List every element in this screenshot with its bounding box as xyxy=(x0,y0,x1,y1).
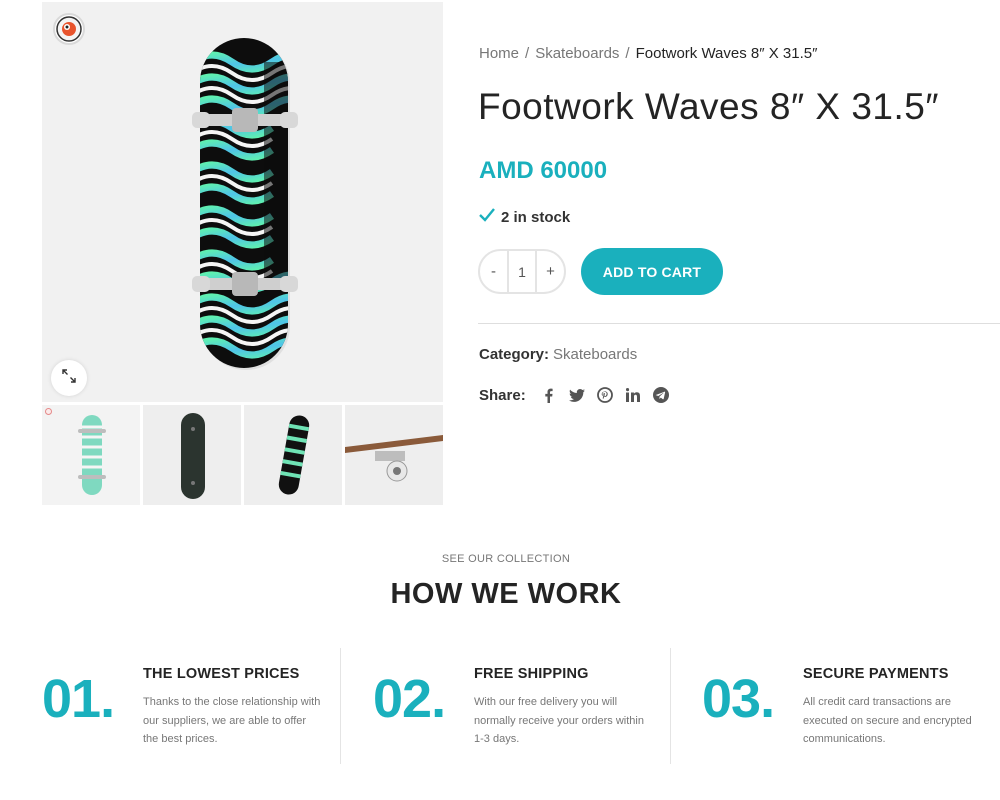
feature-divider xyxy=(670,648,671,764)
feature-secure-payments: 03. SECURE PAYMENTS All credit card tran… xyxy=(702,648,1000,764)
product-price: AMD 60000 xyxy=(479,157,608,184)
zoom-button[interactable] xyxy=(51,360,87,396)
stock-text: 2 in stock xyxy=(501,208,571,226)
quantity-input[interactable] xyxy=(507,251,537,292)
section-title: HOW WE WORK xyxy=(390,578,622,610)
expand-icon xyxy=(62,368,76,388)
breadcrumb-current: Footwork Waves 8″ X 31.5″ xyxy=(635,45,818,62)
feature-title: SECURE PAYMENTS xyxy=(803,666,949,682)
feature-title: FREE SHIPPING xyxy=(474,666,589,682)
feature-text: All credit card transactions are execute… xyxy=(803,696,972,745)
stock-status: 2 in stock xyxy=(479,208,570,226)
share-label: Share: xyxy=(479,386,526,404)
thumbnail-front[interactable] xyxy=(42,405,140,505)
quantity-minus-button[interactable]: - xyxy=(480,251,507,292)
quantity-plus-button[interactable]: + xyxy=(537,251,564,292)
thumbnail-bottom[interactable] xyxy=(143,405,241,505)
product-title: Footwork Waves 8″ X 31.5″ xyxy=(478,86,939,127)
product-main-image[interactable] xyxy=(42,2,443,402)
checkmark-icon xyxy=(479,208,495,226)
category-link[interactable]: Skateboards xyxy=(553,346,637,363)
share-bar: Share: xyxy=(479,386,680,404)
breadcrumb-separator: / xyxy=(625,45,630,62)
thumbnail-angled[interactable] xyxy=(244,405,342,505)
feature-lowest-prices: 01. THE LOWEST PRICES Thanks to the clos… xyxy=(42,648,340,764)
breadcrumb-separator: / xyxy=(525,45,530,62)
product-category: Category: Skateboards xyxy=(479,346,637,363)
feature-number: 03. xyxy=(702,669,775,729)
add-to-cart-button[interactable]: ADD TO CART xyxy=(581,248,723,295)
breadcrumb: Home / Skateboards / Footwork Waves 8″ X 31.… xyxy=(479,45,817,62)
features-row: 01. THE LOWEST PRICES Thanks to the clos… xyxy=(42,648,1000,764)
thumbnail-strip xyxy=(42,405,443,505)
twitter-icon[interactable] xyxy=(568,386,586,404)
linkedin-icon[interactable] xyxy=(624,386,642,404)
feature-title: THE LOWEST PRICES xyxy=(143,666,300,682)
telegram-icon[interactable] xyxy=(652,386,670,404)
feature-text: Thanks to the close relationship with ou… xyxy=(143,696,321,745)
category-label: Category: xyxy=(479,346,550,363)
facebook-icon[interactable] xyxy=(540,386,558,404)
quantity-stepper: - + xyxy=(478,249,566,294)
section-eyebrow: SEE OUR COLLECTION xyxy=(441,553,571,565)
skateboard-deck-image xyxy=(192,38,298,370)
feature-free-shipping: 02. FREE SHIPPING With our free delivery… xyxy=(373,648,671,764)
feature-text: With our free delivery you will normally… xyxy=(474,696,644,745)
breadcrumb-home[interactable]: Home xyxy=(479,45,519,62)
pinterest-icon[interactable] xyxy=(596,386,614,404)
thumbnail-wheel-closeup[interactable] xyxy=(345,405,443,505)
feature-number: 01. xyxy=(42,669,115,729)
feature-divider xyxy=(340,648,341,764)
breadcrumb-category[interactable]: Skateboards xyxy=(535,45,619,62)
divider xyxy=(478,323,1000,324)
feature-number: 02. xyxy=(373,669,446,729)
